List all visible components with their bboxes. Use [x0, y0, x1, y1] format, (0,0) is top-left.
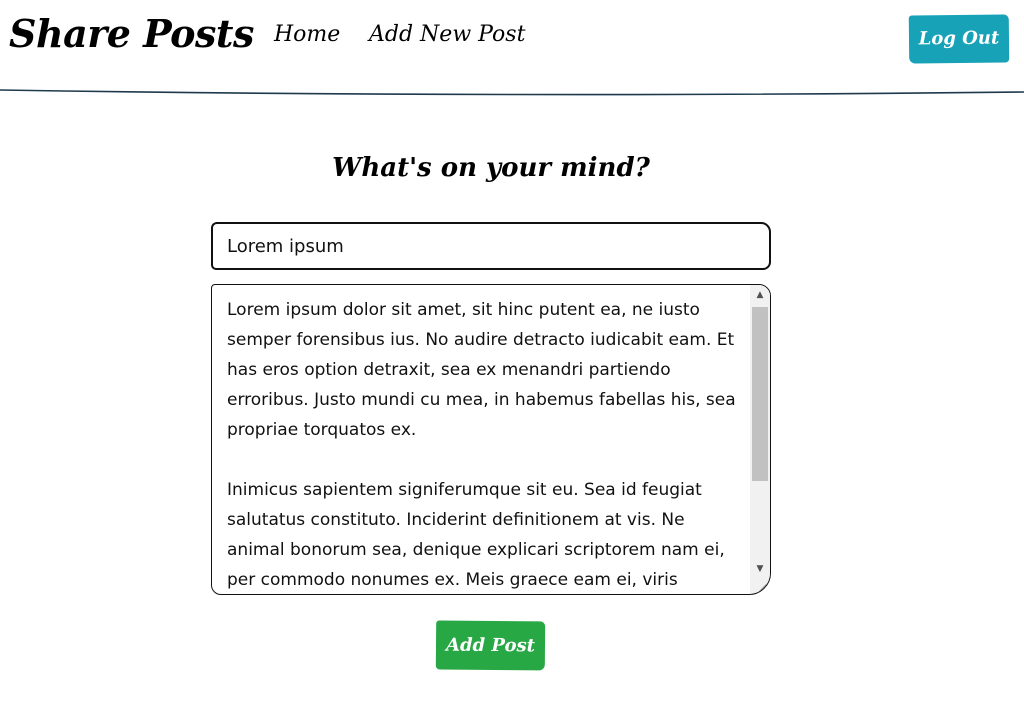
add-post-button[interactable]: Add Post	[435, 620, 546, 671]
brand-logo-text[interactable]: Share Posts	[9, 11, 254, 56]
top-navbar: Share Posts Home Add New Post Log Out	[0, 0, 1024, 96]
nav-link-home[interactable]: Home	[274, 22, 340, 47]
scroll-thumb[interactable]	[752, 307, 768, 481]
post-body-container: Lorem ipsum dolor sit amet, sit hinc put…	[211, 284, 771, 595]
scroll-down-arrow-icon[interactable]: ▼	[750, 561, 770, 578]
post-title-input[interactable]	[211, 222, 771, 270]
post-body-textarea[interactable]: Lorem ipsum dolor sit amet, sit hinc put…	[212, 285, 750, 594]
scroll-up-arrow-icon[interactable]: ▲	[750, 287, 770, 304]
textarea-scrollbar[interactable]: ▲ ▼	[750, 285, 770, 594]
page-title: What's on your mind?	[332, 153, 650, 183]
nav-link-add-new-post[interactable]: Add New Post	[369, 22, 525, 47]
logout-button[interactable]: Log Out	[908, 14, 1010, 64]
resize-grip-icon[interactable]	[756, 581, 768, 593]
